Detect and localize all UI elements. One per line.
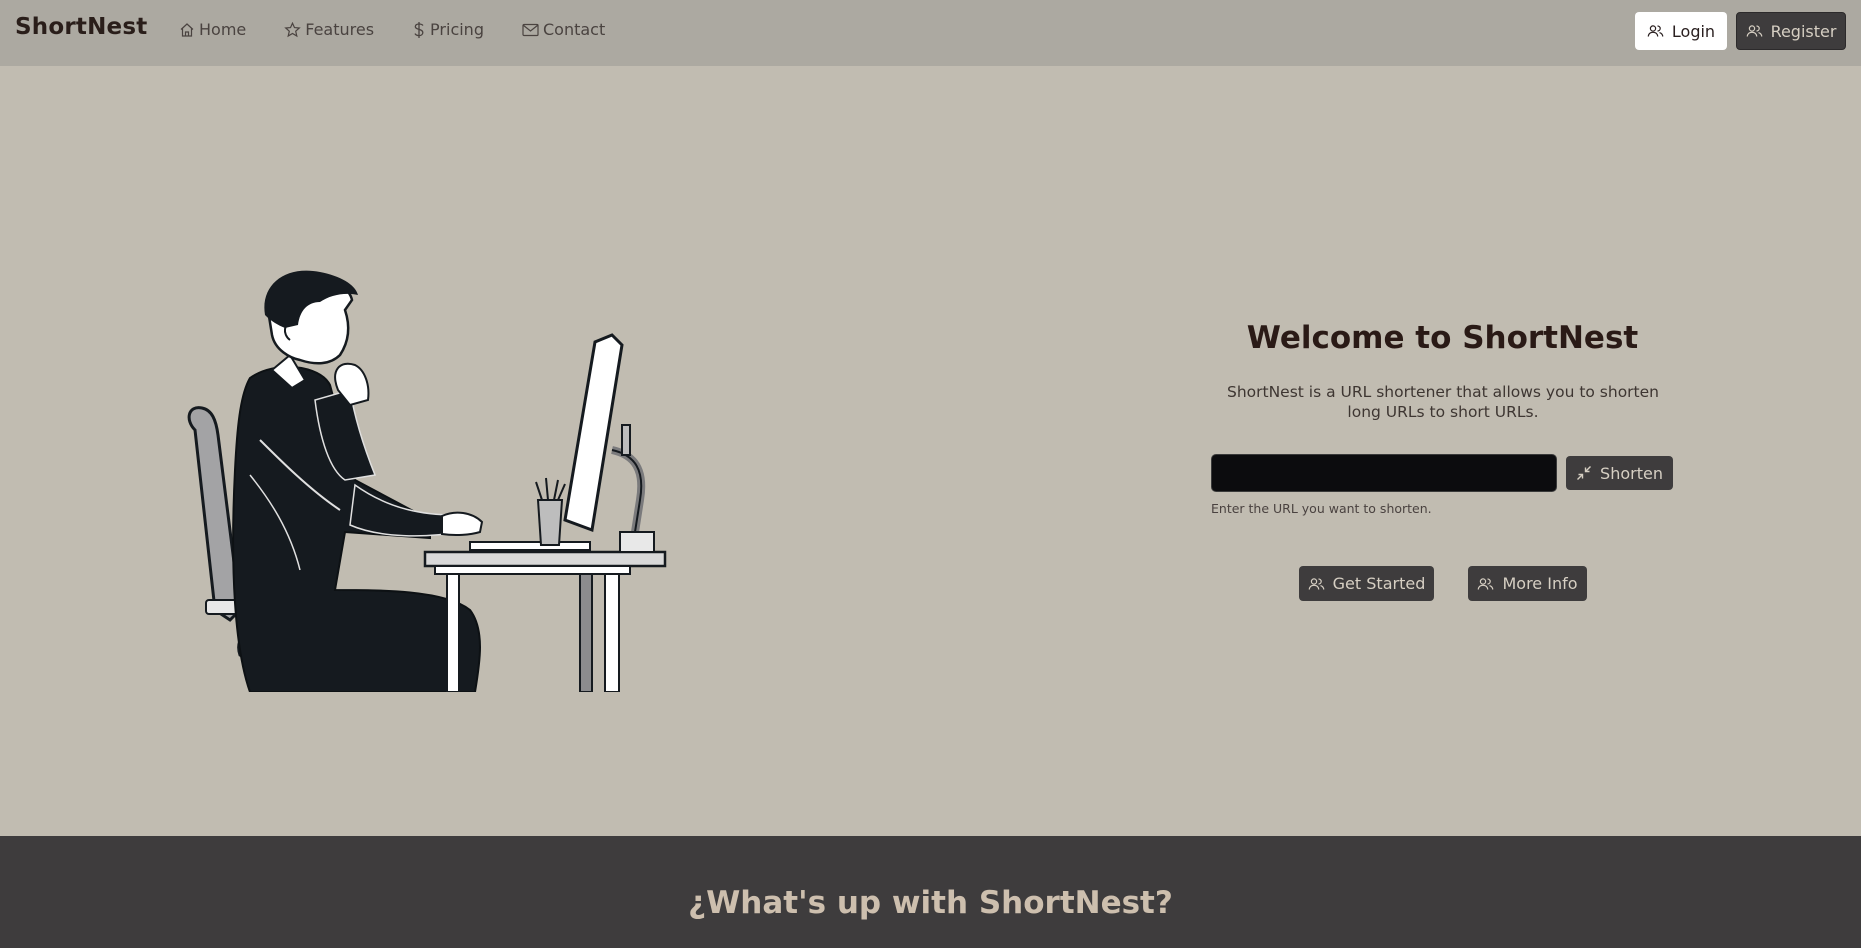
users-icon	[1746, 25, 1762, 37]
register-button[interactable]: Register	[1736, 12, 1846, 50]
top-navbar: ShortNest Home Features Pricing Contact …	[0, 0, 1861, 66]
nav-link-contact[interactable]: Contact	[522, 20, 605, 39]
url-input[interactable]	[1211, 454, 1557, 492]
star-icon	[284, 21, 301, 37]
users-icon	[1647, 25, 1664, 37]
shorten-button-label: Shorten	[1600, 463, 1663, 483]
more-info-button[interactable]: More Info	[1468, 566, 1587, 601]
home-icon	[180, 22, 194, 37]
dollar-icon	[414, 21, 424, 38]
compress-arrows-icon	[1577, 466, 1592, 480]
nav-link-features-label: Features	[305, 20, 375, 39]
get-started-button-label: Get Started	[1332, 574, 1426, 593]
man-at-computer-illustration	[187, 270, 667, 692]
nav-link-pricing[interactable]: Pricing	[412, 20, 484, 39]
users-icon	[1308, 577, 1325, 590]
hero-title: Welcome to ShortNest	[1246, 320, 1639, 356]
nav-links: Home Features Pricing Contact	[179, 20, 643, 39]
more-info-button-label: More Info	[1502, 574, 1578, 593]
shorten-button[interactable]: Shorten	[1566, 456, 1673, 490]
brand-logo[interactable]: ShortNest	[15, 14, 147, 40]
login-button-label: Login	[1671, 21, 1716, 41]
nav-link-contact-label: Contact	[542, 20, 606, 39]
register-button-label: Register	[1770, 21, 1837, 41]
nav-link-features[interactable]: Features	[284, 20, 374, 39]
users-icon	[1478, 577, 1494, 590]
nav-link-home-label: Home	[199, 20, 247, 39]
login-button[interactable]: Login	[1635, 12, 1727, 50]
url-help-text: Enter the URL you want to shorten.	[1211, 501, 1432, 516]
features-section-title: ¿What's up with ShortNest?	[688, 885, 1173, 921]
nav-link-home[interactable]: Home	[179, 20, 246, 39]
hero-description: ShortNest is a URL shortener that allows…	[1226, 383, 1659, 421]
envelope-icon	[522, 23, 539, 36]
get-started-button[interactable]: Get Started	[1299, 566, 1434, 601]
nav-link-pricing-label: Pricing	[430, 20, 484, 39]
